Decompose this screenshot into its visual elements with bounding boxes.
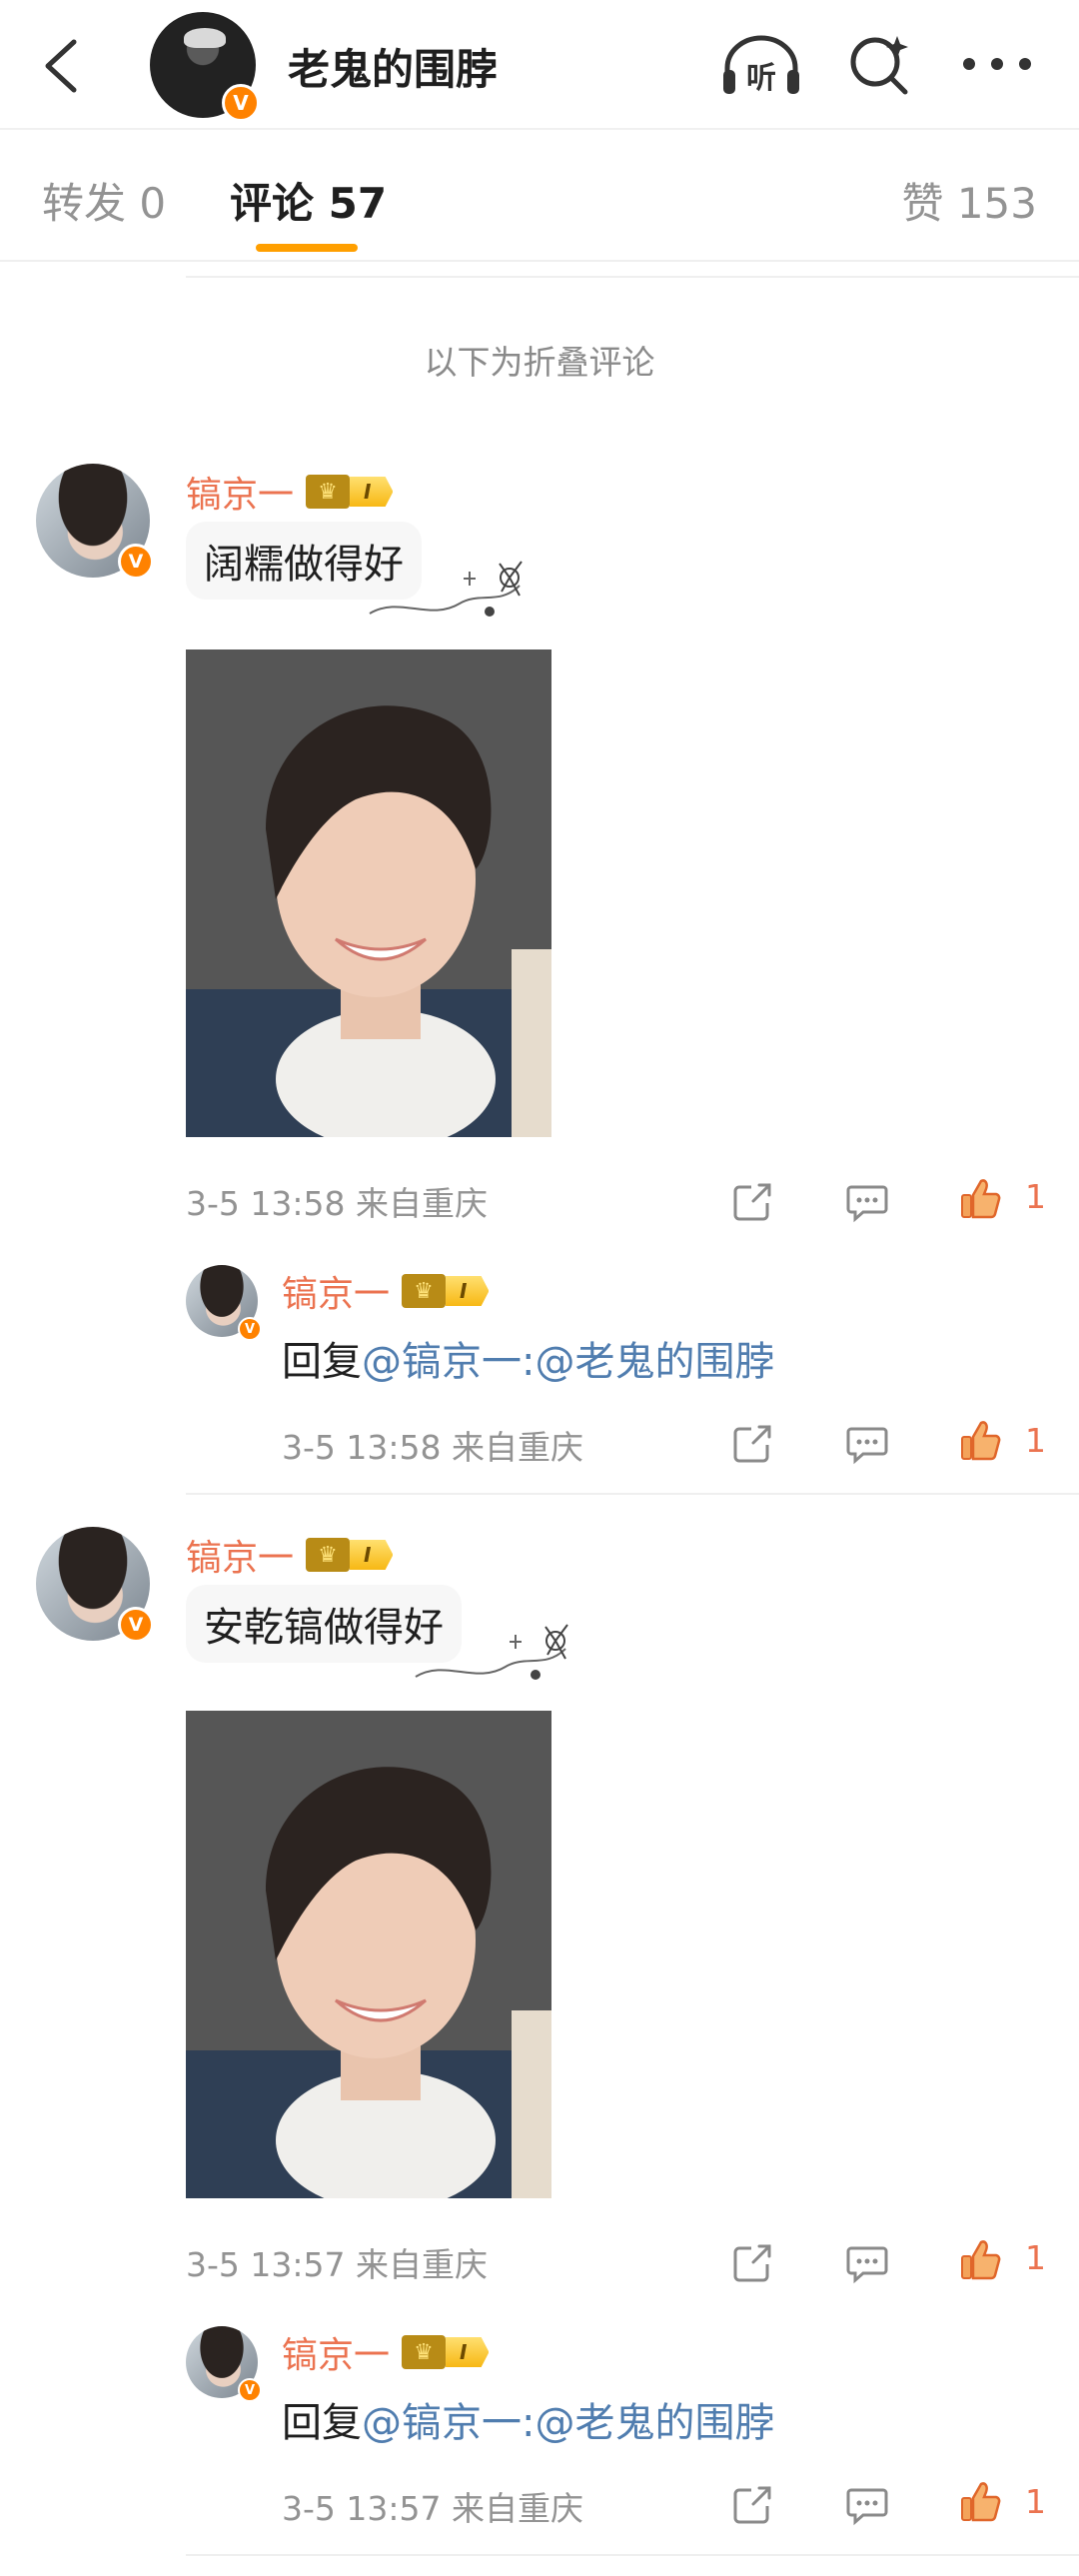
share-icon[interactable] [731, 1179, 775, 1223]
active-tab-indicator [256, 244, 358, 252]
reply-prefix: 回复 [282, 2400, 362, 2446]
avatar[interactable]: V [36, 464, 154, 580]
comment-image[interactable] [186, 1711, 551, 2198]
more-icon[interactable] [961, 56, 1033, 72]
verified-badge-icon: V [238, 2378, 262, 2402]
tab-comments[interactable]: 评论 57 [230, 170, 387, 231]
svg-text:听: 听 [746, 61, 776, 96]
back-icon[interactable] [40, 38, 84, 94]
bubble-decoration-icon [369, 561, 523, 617]
like-count: 1 [1025, 1177, 1046, 1216]
member-level-badge: ♛ I [306, 1537, 394, 1573]
avatar[interactable]: V [36, 1527, 154, 1643]
reply-prefix: 回复 [282, 1339, 362, 1385]
verified-badge-icon: V [118, 1607, 154, 1643]
share-icon[interactable] [731, 2240, 775, 2284]
mention-link[interactable]: @镐京一:@老鬼的围脖 [362, 2400, 774, 2446]
top-bar: V 老鬼的围脖 听 [0, 0, 1079, 130]
reply-meta: 3-5 13:58 来自重庆 [282, 1428, 583, 1467]
comment-icon[interactable] [845, 2482, 889, 2526]
crown-icon: ♛ [402, 1274, 447, 1308]
like-icon[interactable] [959, 1419, 1003, 1463]
comment-icon[interactable] [845, 1179, 889, 1223]
mention-link[interactable]: @镐京一:@老鬼的围脖 [362, 1339, 774, 1385]
verified-badge-icon: V [118, 544, 154, 580]
member-level-badge: ♛ I [402, 2334, 490, 2370]
listen-icon[interactable]: 听 [719, 30, 803, 100]
like-icon[interactable] [959, 2480, 1003, 2524]
comment-meta: 3-5 13:58 来自重庆 [186, 1184, 488, 1223]
divider [186, 1493, 1079, 1495]
share-icon[interactable] [731, 2482, 775, 2526]
like-icon[interactable] [959, 2238, 1003, 2282]
reply-text: 回复@镐京一:@老鬼的围脖 [282, 1329, 774, 1387]
like-icon[interactable] [959, 1177, 1003, 1221]
reply-avatar[interactable]: V [186, 2326, 262, 2402]
comment-icon[interactable] [845, 1421, 889, 1465]
divider [186, 2554, 1079, 2556]
verified-badge-icon: V [222, 84, 260, 122]
comment-icon[interactable] [845, 2240, 889, 2284]
like-count: 1 [1025, 1421, 1046, 1460]
like-count: 1 [1025, 2482, 1046, 2521]
tab-bar: 转发 0 评论 57 赞 153 [0, 132, 1079, 262]
tab-repost[interactable]: 转发 0 [42, 170, 166, 231]
author-avatar[interactable]: V [150, 12, 260, 122]
like-count: 1 [1025, 2238, 1046, 2277]
reply-text: 回复@镐京一:@老鬼的围脖 [282, 2390, 774, 2448]
reply-username[interactable]: 镐京一 ♛ I [282, 1265, 490, 1317]
divider [186, 276, 1079, 278]
reply-meta: 3-5 13:57 来自重庆 [282, 2489, 583, 2528]
crown-icon: ♛ [402, 2335, 447, 2369]
comment-image[interactable] [186, 649, 551, 1137]
reply-username[interactable]: 镐京一 ♛ I [282, 2326, 490, 2378]
crown-icon: ♛ [306, 1538, 351, 1572]
crown-icon: ♛ [306, 475, 351, 509]
comment-username[interactable]: 镐京一 ♛ I [186, 466, 394, 518]
comment-username[interactable]: 镐京一 ♛ I [186, 1529, 394, 1581]
bubble-decoration-icon [415, 1624, 568, 1680]
verified-badge-icon: V [238, 1317, 262, 1341]
comment-meta: 3-5 13:57 来自重庆 [186, 2245, 488, 2284]
folded-comments-note: 以下为折叠评论 [424, 343, 655, 382]
member-level-badge: ♛ I [306, 474, 394, 510]
member-level-badge: ♛ I [402, 1273, 490, 1309]
divider [0, 260, 1079, 262]
tab-likes[interactable]: 赞 153 [901, 170, 1037, 231]
page-title[interactable]: 老鬼的围脖 [288, 36, 498, 97]
search-icon[interactable] [847, 32, 913, 98]
share-icon[interactable] [731, 1421, 775, 1465]
reply-avatar[interactable]: V [186, 1265, 262, 1341]
